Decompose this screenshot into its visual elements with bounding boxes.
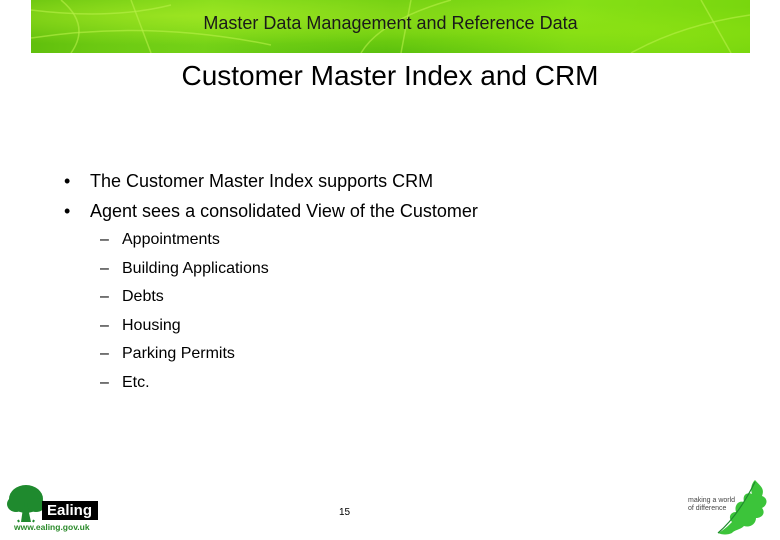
sub-bullet-text: Appointments [122, 231, 220, 248]
dash-icon: – [100, 231, 109, 248]
dash-icon: – [100, 259, 109, 277]
bullet-item: • The Customer Master Index supports CRM [62, 166, 478, 196]
sub-bullet-item: – Appointments [100, 226, 269, 255]
slide-title: Customer Master Index and CRM [181, 60, 599, 91]
bullet-list: • The Customer Master Index supports CRM… [62, 166, 478, 226]
sub-bullet-text: Building Applications [122, 259, 269, 277]
bullet-item: • Agent sees a consolidated View of the … [62, 196, 478, 226]
page-number: 15 [339, 507, 351, 518]
dash-icon: – [100, 373, 109, 391]
ealing-url: www.ealing.gov.uk [14, 522, 90, 532]
header-banner: Master Data Management and Reference Dat… [31, 0, 750, 53]
oak-leaf-icon [717, 480, 767, 535]
sub-bullet-text: Etc. [122, 373, 150, 391]
sub-bullet-item: – Housing [100, 312, 269, 341]
sub-bullet-item: – Building Applications [100, 255, 269, 284]
sub-bullet-item: – Debts [100, 283, 269, 312]
dash-icon: – [100, 288, 109, 306]
sub-bullet-text: Debts [122, 288, 164, 306]
banner-title: Master Data Management and Reference Dat… [203, 13, 578, 33]
ealing-logo: Ealing www.ealing.gov.uk [6, 484, 98, 536]
sub-bullet-item: – Parking Permits [100, 340, 269, 369]
bullet-icon: • [64, 171, 71, 191]
sub-bullet-item: – Etc. [100, 369, 269, 398]
bullet-text: Agent sees a consolidated View of the Cu… [90, 201, 478, 221]
bullet-text: The Customer Master Index supports CRM [90, 171, 434, 191]
sub-bullet-list: – Appointments – Building Applications – De… [100, 226, 269, 398]
bullet-icon: • [64, 201, 71, 221]
sub-bullet-text: Parking Permits [122, 345, 235, 363]
sub-bullet-text: Housing [122, 316, 181, 334]
dash-icon: – [100, 345, 109, 363]
ealing-wordmark: Ealing [42, 501, 98, 520]
dash-icon: – [100, 316, 109, 334]
